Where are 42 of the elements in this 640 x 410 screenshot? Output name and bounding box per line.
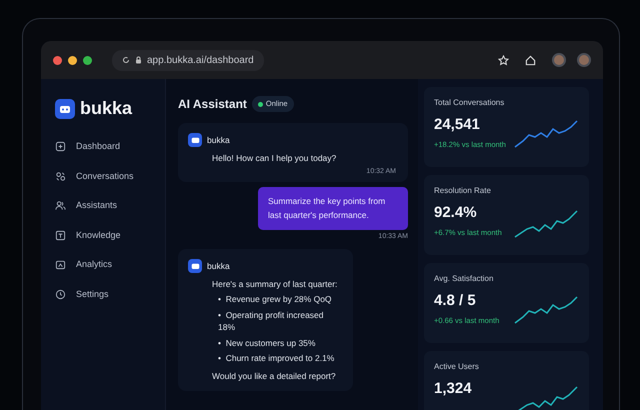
list-item: • New customers up 35%	[218, 336, 316, 350]
list-item: • Revenue grew by 28% QoQ	[218, 293, 333, 306]
nav-item[interactable]: Conversations	[55, 162, 151, 191]
lock-icon	[135, 56, 142, 64]
nav-item[interactable]: Assistants	[55, 191, 151, 220]
sender-name: bukka	[207, 134, 230, 146]
minimize-dot[interactable]	[68, 56, 77, 64]
nav-item[interactable]: Dashboard	[55, 132, 151, 162]
avatar[interactable]	[552, 53, 566, 67]
stat-value: 4.8 / 5	[434, 291, 477, 311]
user-message: Summarize the key points from last quarter's performance.	[258, 186, 408, 230]
stat-label: Avg. Satisfaction	[434, 273, 494, 285]
stat-label: Total Conversations	[434, 97, 506, 109]
message-text: Here's a summary of last quarter:	[211, 278, 338, 291]
stat-value: 24,541	[434, 115, 481, 135]
avatar[interactable]	[577, 53, 591, 67]
brand-name: bukka	[80, 97, 132, 120]
stat-value: 1,324	[434, 379, 473, 399]
message-text: Would you like a detailed report?	[211, 370, 337, 382]
list-item: • Operating profit increased 18%	[218, 308, 325, 334]
stat-label: Resolution Rate	[434, 185, 492, 197]
bot-avatar-icon	[188, 259, 202, 274]
logo-icon	[55, 98, 75, 118]
nav-item[interactable]: Knowledge	[55, 220, 151, 250]
bot-avatar-icon	[188, 133, 202, 147]
home-icon[interactable]	[525, 54, 536, 66]
nav-item[interactable]: Analytics	[55, 250, 151, 280]
maximize-dot[interactable]	[83, 56, 92, 64]
reload-icon[interactable]	[122, 56, 130, 64]
address-bar[interactable]: app.bukka.ai/dashboard	[112, 50, 264, 70]
people-icon	[55, 200, 66, 212]
square-icon	[55, 141, 66, 152]
stat-label: Active Users	[434, 361, 480, 373]
message-text: Hello! How can I help you today?	[211, 152, 338, 165]
sender-name: bukka	[207, 260, 230, 272]
nav-item[interactable]: Settings	[55, 280, 151, 309]
stat-value: 92.4%	[434, 203, 478, 223]
list-item: • Churn rate improved to 2.1%	[218, 352, 336, 365]
close-dot[interactable]	[53, 56, 62, 64]
url-text: app.bukka.ai/dashboard	[147, 54, 254, 68]
star-icon[interactable]	[498, 54, 509, 66]
chat-title: AI Assistant	[178, 96, 247, 113]
